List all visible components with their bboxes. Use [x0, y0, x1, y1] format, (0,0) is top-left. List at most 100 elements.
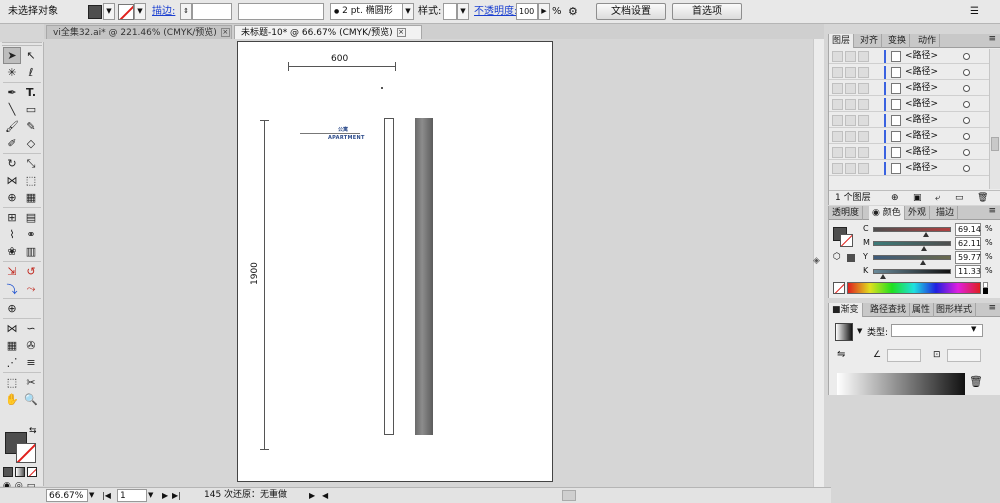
pencil-tool-icon[interactable]: ✎	[22, 118, 40, 135]
tab-layers[interactable]: 图层	[829, 34, 855, 48]
opacity-dropdown[interactable]: ▶	[538, 3, 550, 20]
connector-tool-icon[interactable]: ⤵	[3, 280, 21, 297]
line-tool-icon[interactable]: ╲	[3, 101, 21, 118]
preferences-button[interactable]: 首选项	[672, 3, 742, 20]
perspective-grid-tool-icon[interactable]: ▦	[22, 189, 40, 206]
gradient-preview[interactable]	[835, 323, 853, 341]
style-swatch[interactable]	[443, 3, 457, 20]
visibility-icon[interactable]	[832, 163, 843, 174]
tab-align[interactable]: 对齐	[857, 34, 883, 48]
visibility-icon[interactable]	[832, 67, 843, 78]
zoom-tool-icon[interactable]: 🔍	[22, 391, 40, 408]
lock-icon[interactable]	[845, 99, 856, 110]
stroke-weight-input[interactable]	[192, 3, 232, 20]
layer-row[interactable]: <路径>	[829, 145, 989, 160]
black-swatch[interactable]	[983, 288, 988, 294]
variable-width-select[interactable]	[238, 3, 324, 20]
stroke-swatch[interactable]	[118, 4, 134, 20]
tab-attributes[interactable]: 属性	[909, 303, 935, 317]
channel-value-input[interactable]: 62.11	[955, 237, 981, 250]
horizontal-scroll-thumb[interactable]	[562, 490, 576, 501]
visibility-icon[interactable]	[832, 51, 843, 62]
tab-actions[interactable]: 动作	[915, 34, 941, 48]
target-icon[interactable]	[963, 149, 970, 156]
target-icon[interactable]	[963, 85, 970, 92]
tab-graphic-styles[interactable]: 图形样式	[933, 303, 977, 317]
angle-icon[interactable]: ∠	[873, 350, 881, 360]
stroke-label[interactable]: 描边:	[152, 3, 175, 20]
brush-dropdown[interactable]: ▼	[402, 3, 414, 20]
blob-brush-tool-icon[interactable]: ✐	[3, 135, 21, 152]
tab-pathfinder[interactable]: 路径查找	[867, 303, 911, 317]
slider-yellow[interactable]: Y 59.77 %	[829, 251, 1000, 265]
gradient-type-dropdown[interactable]: ▼	[971, 325, 976, 333]
tab-document-1[interactable]: vi全集32.ai* @ 221.46% (CMYK/预览) ×	[46, 25, 232, 39]
artboard-number-input[interactable]: 1	[117, 489, 147, 502]
sign-board-thin[interactable]	[384, 118, 394, 435]
tab-transparency[interactable]: 透明度	[829, 206, 864, 220]
hand-tool-icon[interactable]: ✋	[3, 391, 21, 408]
slider-track[interactable]	[873, 255, 951, 260]
panel-menu-icon[interactable]: ≡	[988, 34, 996, 44]
live-paint-tool-icon[interactable]: ⇲	[3, 263, 21, 280]
status-menu-icon[interactable]: ▶	[309, 489, 319, 502]
gradient-slider[interactable]	[837, 373, 965, 395]
crystallize-tool-icon[interactable]: ⋰	[3, 354, 21, 371]
slider-cyan[interactable]: C 69.14 %	[829, 223, 1000, 237]
make-clipping-mask-icon[interactable]: ▣	[913, 191, 922, 205]
gradient-type-select[interactable]	[891, 324, 983, 337]
panel-menu-icon[interactable]: ≡	[988, 206, 996, 216]
channel-value-input[interactable]: 11.33	[955, 265, 981, 278]
envelope-tool-icon[interactable]: ⋈	[3, 320, 21, 337]
layer-row[interactable]: <路径>	[829, 81, 989, 96]
gradient-preview-dropdown[interactable]: ▼	[857, 327, 862, 335]
rectangle-tool-icon[interactable]: ▭	[22, 101, 40, 118]
scale-tool-icon[interactable]: ⤡	[22, 155, 40, 172]
none-color-icon[interactable]	[833, 282, 845, 294]
zoom-dropdown-icon[interactable]: ▼	[89, 489, 99, 502]
slider-black[interactable]: K 11.33 %	[829, 265, 1000, 279]
slider-track[interactable]	[873, 227, 951, 232]
artboard-tool-icon[interactable]: ⬚	[3, 374, 21, 391]
target-icon[interactable]	[963, 101, 970, 108]
lock-icon[interactable]	[845, 115, 856, 126]
symbol-sprayer-tool-icon[interactable]: ❀	[3, 243, 21, 260]
mesh-tool-icon[interactable]: ⊞	[3, 209, 21, 226]
gradient-tool-icon[interactable]: ▤	[22, 209, 40, 226]
paintbrush-tool-icon[interactable]: 🖌	[3, 118, 21, 135]
slider-magenta[interactable]: M 62.11 %	[829, 237, 1000, 251]
new-layer-icon[interactable]: ▭	[955, 191, 964, 205]
width-tool-icon[interactable]: ⋈	[3, 172, 21, 189]
visibility-icon[interactable]	[832, 147, 843, 158]
slider-track[interactable]	[873, 241, 951, 246]
color-spectrum[interactable]	[847, 282, 981, 294]
aspect-ratio-icon[interactable]: ⊡	[933, 350, 941, 360]
locate-object-icon[interactable]: ⊕	[891, 191, 899, 205]
style-dropdown[interactable]: ▼	[457, 3, 469, 20]
magic-wand-tool-icon[interactable]: ✳	[3, 64, 21, 81]
brush-select[interactable]: ● 2 pt. 椭圆形	[330, 3, 410, 20]
tab-color[interactable]: ◉ 颜色	[869, 206, 905, 220]
canvas[interactable]: 600 1900 公寓 APARTMENT	[44, 39, 824, 487]
zoom-input[interactable]: 66.67%	[46, 489, 88, 502]
warp-tool-icon[interactable]: ∽	[22, 320, 40, 337]
layer-row[interactable]: <路径>	[829, 49, 989, 64]
stroke-dropdown[interactable]: ▼	[134, 3, 146, 20]
visibility-icon[interactable]	[832, 131, 843, 142]
delete-stop-icon[interactable]: 🗑	[969, 375, 983, 388]
slider-thumb[interactable]	[880, 274, 886, 279]
lock-icon[interactable]	[845, 67, 856, 78]
last-artboard-icon[interactable]: ▶|	[172, 489, 182, 502]
lock-icon[interactable]	[845, 51, 856, 62]
target-icon[interactable]	[963, 53, 970, 60]
delete-layer-icon[interactable]: 🗑	[977, 191, 988, 205]
layer-row[interactable]: <路径>	[829, 65, 989, 80]
target-icon[interactable]	[963, 117, 970, 124]
sign-post[interactable]	[415, 118, 433, 435]
lock-icon[interactable]	[845, 147, 856, 158]
document-setup-button[interactable]: 文档设置	[596, 3, 666, 20]
channel-value-input[interactable]: 69.14	[955, 223, 981, 236]
next-artboard-icon[interactable]: ▶	[162, 489, 172, 502]
none-mode-icon[interactable]	[27, 467, 37, 477]
panel-collapse-icon[interactable]: ◈	[813, 256, 820, 266]
